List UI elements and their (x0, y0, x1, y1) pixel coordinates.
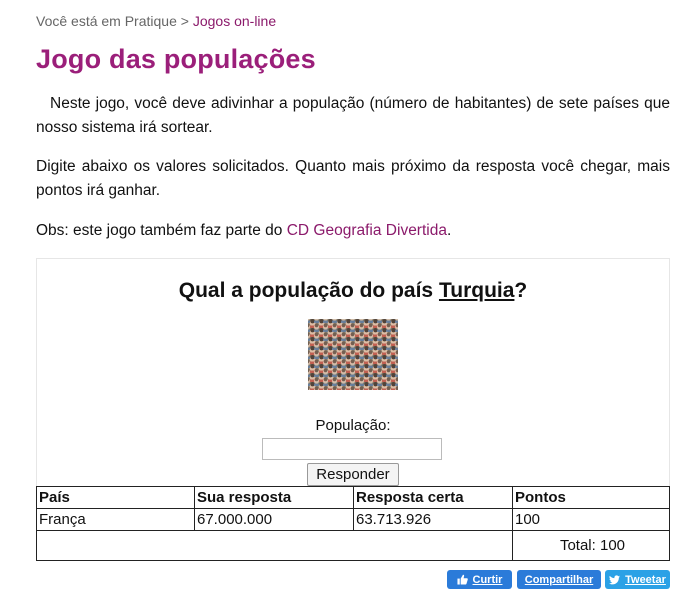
obs-suffix: . (446, 222, 452, 239)
results-table: País Sua resposta Resposta certa Pontos … (36, 486, 670, 561)
intro-paragraph: Neste jogo, você deve adivinhar a popula… (36, 92, 670, 140)
tweetar-label: Tweetar (625, 573, 666, 586)
header-sua-resposta: Sua resposta (194, 486, 354, 509)
obs-prefix: Obs: este jogo também faz parte do (36, 222, 283, 239)
cell-sua-resposta: 67.000.000 (194, 508, 354, 531)
cell-resposta-certa: 63.713.926 (353, 508, 513, 531)
compartilhar-label: Compartilhar (524, 573, 594, 586)
compartilhar-button[interactable]: Compartilhar (517, 570, 601, 589)
total-cell: Total: 100 (512, 530, 670, 561)
total-spacer (36, 530, 513, 561)
header-resposta-certa: Resposta certa (353, 486, 513, 509)
breadcrumb: Você está em Pratique > Jogos on-line (36, 13, 276, 29)
twitter-bird-icon (609, 574, 621, 585)
population-input[interactable] (262, 438, 442, 460)
question-suffix: ? (514, 279, 528, 302)
results-header-row: País Sua resposta Resposta certa Pontos (36, 486, 670, 509)
cell-pais: França (36, 508, 195, 531)
breadcrumb-prefix[interactable]: Você está em Pratique (36, 13, 177, 29)
tweetar-button[interactable]: Tweetar (605, 570, 670, 589)
thumbs-up-icon (456, 574, 468, 585)
table-row: França 67.000.000 63.713.926 100 (36, 508, 670, 531)
crowd-image (308, 319, 398, 390)
game-panel: Qual a população do país Turquia? Popula… (36, 258, 670, 487)
total-row: Total: 100 (36, 530, 670, 561)
responder-button[interactable]: Responder (307, 463, 399, 486)
instructions-paragraph: Digite abaixo os valores solicitados. Qu… (36, 158, 670, 199)
header-pais: País (36, 486, 195, 509)
cell-pontos: 100 (512, 508, 670, 531)
intro-text: Neste jogo, você deve adivinhar a popula… (36, 95, 670, 136)
curtir-label: Curtir (472, 573, 503, 586)
header-pontos: Pontos (512, 486, 670, 509)
obs-paragraph: Obs: este jogo também faz parte do CD Ge… (36, 219, 670, 243)
population-label: População: (315, 417, 391, 434)
breadcrumb-separator: > (180, 13, 189, 29)
curtir-button[interactable]: Curtir (447, 570, 512, 589)
question-country: Turquia (438, 279, 515, 302)
breadcrumb-current-link[interactable]: Jogos on-line (193, 13, 276, 29)
page-title: Jogo das populações (36, 44, 316, 74)
question-prefix: Qual a população do país (178, 279, 434, 302)
cd-geografia-link[interactable]: CD Geografia Divertida (287, 222, 447, 239)
question-heading: Qual a população do país Turquia? (37, 279, 669, 303)
